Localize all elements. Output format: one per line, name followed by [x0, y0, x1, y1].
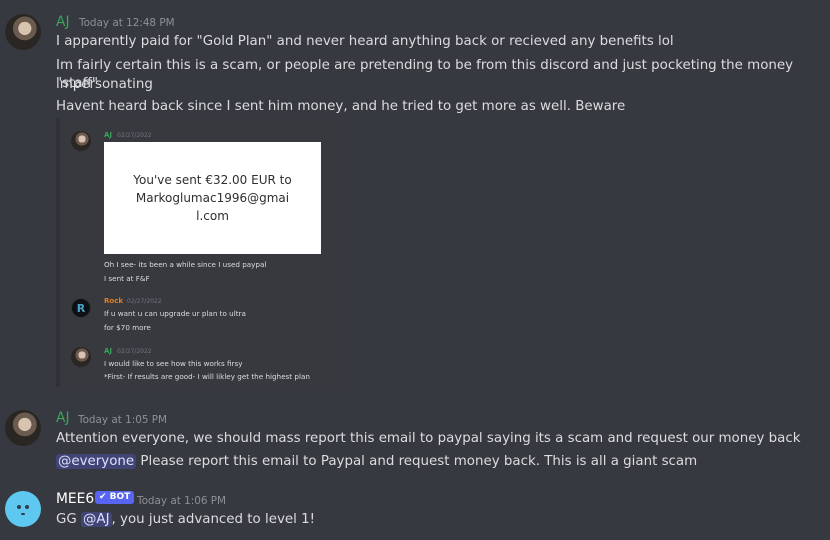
avatar[interactable]	[5, 410, 41, 446]
avatar	[71, 347, 91, 367]
message-text-segment: GG	[56, 512, 77, 527]
mention-everyone[interactable]: @everyone	[56, 454, 137, 469]
message-text: for $70 more	[104, 323, 151, 332]
paypal-receipt: You've sent €32.00 EUR to Markoglumac199…	[104, 142, 321, 254]
avatar	[71, 131, 91, 151]
username: AJ	[104, 347, 113, 355]
attached-image[interactable]: AJ 02/27/2022 You've sent €32.00 EUR to …	[56, 118, 354, 387]
message-text: I would like to see how this works firsy	[104, 359, 243, 368]
message-text: *First- If results are good- I will likl…	[104, 372, 310, 381]
avatar: R	[71, 298, 91, 318]
username: AJ	[104, 131, 113, 139]
message-text: Attention everyone, we should mass repor…	[56, 431, 801, 446]
message-text: GG @AJ, you just advanced to level 1!	[56, 510, 816, 529]
message-text-segment: Please report this email to Paypal and r…	[140, 454, 698, 469]
timestamp: 02/27/2022	[117, 132, 152, 139]
message-text: Oh I see- its been a while since I used …	[104, 260, 267, 269]
message-text: @everyone Please report this email to Pa…	[56, 452, 816, 471]
avatar[interactable]	[5, 491, 41, 527]
avatar-letter: R	[76, 301, 86, 315]
mention-user[interactable]: @AJ	[81, 512, 112, 527]
username[interactable]: AJ	[56, 14, 70, 30]
message-text: If u want u can upgrade ur plan to ultra	[104, 309, 246, 318]
timestamp: 02/27/2022	[127, 298, 162, 305]
username[interactable]: AJ	[56, 410, 70, 426]
bot-tag: ✔ BOT	[95, 491, 135, 504]
message-text: I apparently paid for "Gold Plan" and ne…	[56, 34, 674, 49]
username: Rock	[104, 297, 124, 305]
avatar[interactable]	[5, 14, 41, 50]
timestamp: 02/27/2022	[117, 348, 152, 355]
message-text: "staff"	[56, 76, 98, 91]
bot-face-icon	[17, 505, 29, 515]
paypal-receipt-text: You've sent €32.00 EUR to Markoglumac199…	[133, 173, 292, 223]
timestamp: Today at 1:06 PM	[137, 495, 226, 507]
message-text-segment: , you just advanced to level 1!	[111, 512, 315, 527]
username[interactable]: MEE6	[56, 491, 94, 507]
message-text: I sent at F&F	[104, 274, 150, 283]
timestamp: Today at 12:48 PM	[79, 17, 175, 29]
timestamp: Today at 1:05 PM	[78, 414, 167, 426]
message-text: Havent heard back since I sent him money…	[56, 99, 626, 114]
